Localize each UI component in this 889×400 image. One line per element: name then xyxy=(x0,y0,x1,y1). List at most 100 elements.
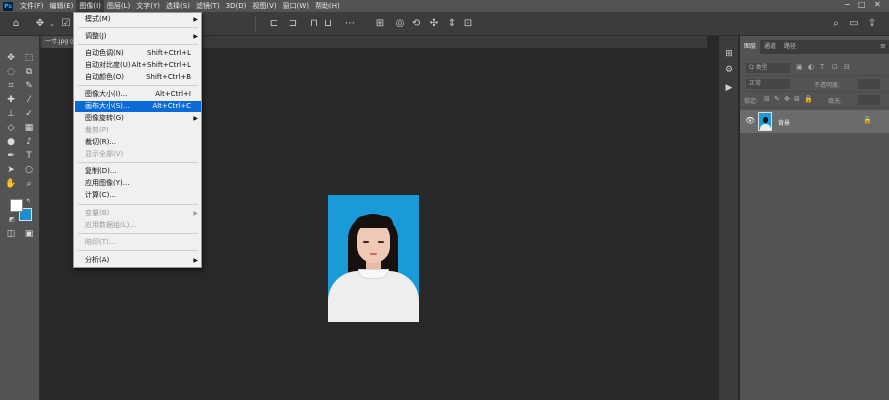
history-brush-icon[interactable]: ✓ xyxy=(22,108,36,120)
zoom-tool-icon[interactable]: ⌕ xyxy=(22,178,36,190)
menu-item-apply-data-set[interactable]: 应用数据组(L)... xyxy=(75,220,201,231)
filter-adjust-icon[interactable]: ◐ xyxy=(808,63,814,71)
play-action-icon[interactable]: ▶ xyxy=(723,82,735,94)
filter-type-icon[interactable]: T xyxy=(820,63,824,71)
3d-scale-icon[interactable]: ⊡ xyxy=(462,18,474,30)
maximize-icon[interactable]: □ xyxy=(858,0,866,9)
gradient-tool-icon[interactable]: ▦ xyxy=(22,122,36,134)
menu-select[interactable]: 选择(S) xyxy=(163,0,193,12)
lock-artboard-icon[interactable]: ⊠ xyxy=(794,95,800,103)
menu-item-apply-image[interactable]: 应用图像(Y)... xyxy=(75,178,201,189)
3d-orbit-icon[interactable]: ◎ xyxy=(394,18,406,30)
align-left-icon[interactable]: ⊏ xyxy=(268,18,280,30)
menu-item-auto-contrast[interactable]: 自动对比度(U) Alt+Shift+Ctrl+L xyxy=(75,60,201,71)
layer-row-background[interactable]: 👁 背景 🔒 xyxy=(740,110,889,133)
3d-mode-icon[interactable]: ⊞ xyxy=(374,18,386,30)
layer-filter-select[interactable]: Q 类型 xyxy=(746,63,790,73)
menu-file[interactable]: 文件(F) xyxy=(17,0,47,12)
share-icon[interactable]: ⇪ xyxy=(866,18,878,30)
menu-item-crop[interactable]: 裁剪(P) xyxy=(75,125,201,136)
menu-3d[interactable]: 3D(D) xyxy=(223,0,250,12)
3d-roll-icon[interactable]: ⟲ xyxy=(410,18,422,30)
type-tool-icon[interactable]: T xyxy=(22,150,36,162)
align-center-icon[interactable]: ⊐ xyxy=(287,18,299,30)
menu-window[interactable]: 窗口(W) xyxy=(280,0,312,12)
search-icon[interactable]: ⌕ xyxy=(830,18,842,30)
document-tab[interactable]: 一寸.jpg @ xyxy=(42,36,76,48)
tab-channels[interactable]: 通道 xyxy=(760,40,780,54)
menu-item-duplicate[interactable]: 复制(D)... xyxy=(75,166,201,177)
pen-tool-icon[interactable]: ✒ xyxy=(4,150,18,162)
healing-brush-icon[interactable]: ✚ xyxy=(4,94,18,106)
workspace-icon[interactable]: ▭ xyxy=(848,18,860,30)
more-options-icon[interactable]: ⋯ xyxy=(344,18,356,30)
3d-slide-icon[interactable]: ⇕ xyxy=(446,18,458,30)
layer-lock-icon[interactable]: 🔒 xyxy=(863,116,872,124)
menu-item-trim[interactable]: 裁切(R)... xyxy=(75,137,201,148)
filter-pixel-icon[interactable]: ▣ xyxy=(796,63,803,71)
menu-type[interactable]: 文字(Y) xyxy=(133,0,163,12)
brush-tool-icon[interactable]: ⁄ xyxy=(22,94,36,106)
auto-select-checkbox[interactable]: ☑ xyxy=(60,18,72,30)
swap-colors-icon[interactable]: ↰ xyxy=(24,196,32,208)
visibility-eye-icon[interactable]: 👁 xyxy=(745,116,755,125)
object-select-tool-icon[interactable]: ⧉ xyxy=(22,66,36,78)
lasso-tool-icon[interactable]: ◌ xyxy=(4,66,18,78)
lock-all-icon[interactable]: 🔒 xyxy=(804,95,813,103)
quick-mask-icon[interactable]: ◫ xyxy=(4,228,18,240)
menu-help[interactable]: 帮助(H) xyxy=(312,0,343,12)
filter-shape-icon[interactable]: ⊡ xyxy=(832,63,838,71)
menu-view[interactable]: 视图(V) xyxy=(249,0,279,12)
default-colors-icon[interactable]: ◩ xyxy=(8,214,16,226)
menu-item-adjustments[interactable]: 调整(J) ▶ xyxy=(75,31,201,42)
filter-smart-icon[interactable]: ⊟ xyxy=(844,63,850,71)
chevron-down-icon[interactable]: ⌄ xyxy=(46,18,58,30)
menu-item-variables[interactable]: 变量(B) ▶ xyxy=(75,208,201,219)
eraser-tool-icon[interactable]: ◇ xyxy=(4,122,18,134)
menu-item-calculations[interactable]: 计算(C)... xyxy=(75,190,201,201)
3d-pan-icon[interactable]: ✣ xyxy=(428,18,440,30)
adjust-icon[interactable]: ⚙ xyxy=(723,64,735,76)
crop-tool-icon[interactable]: ⌗ xyxy=(4,80,18,92)
menu-image[interactable]: 图像(I) xyxy=(76,0,104,12)
align-right-icon[interactable]: ⊓ xyxy=(308,18,320,30)
fill-field[interactable] xyxy=(858,95,880,105)
menu-edit[interactable]: 编辑(E) xyxy=(47,0,77,12)
menu-layer[interactable]: 图层(L) xyxy=(104,0,133,12)
history-icon[interactable]: ⊞ xyxy=(723,48,735,60)
dodge-tool-icon[interactable]: ♪ xyxy=(22,136,36,148)
lock-paint-icon[interactable]: ✎ xyxy=(774,95,780,103)
screen-mode-icon[interactable]: ▣ xyxy=(22,228,36,240)
panel-menu-icon[interactable]: ≡ xyxy=(880,42,886,50)
opacity-field[interactable] xyxy=(858,79,880,89)
move-tool-icon[interactable]: ✥ xyxy=(4,52,18,64)
menu-item-trap[interactable]: 陷印(T)... xyxy=(75,237,201,248)
lock-pixels-icon[interactable]: ⊞ xyxy=(764,95,770,103)
menu-item-mode[interactable]: 模式(M) ▶ xyxy=(75,14,201,25)
menu-item-auto-tone[interactable]: 自动色调(N) Shift+Ctrl+L xyxy=(75,48,201,59)
ellipse-tool-icon[interactable]: ○ xyxy=(22,164,36,176)
blend-mode-select[interactable]: 正常 xyxy=(746,79,790,89)
lock-position-icon[interactable]: ✥ xyxy=(784,95,790,103)
menu-item-canvas-size[interactable]: 画布大小(S)... Alt+Ctrl+C xyxy=(75,101,201,112)
menu-item-image-size[interactable]: 图像大小(I)... Alt+Ctrl+I xyxy=(75,89,201,100)
tab-layers[interactable]: 图层 xyxy=(740,40,761,54)
eyedropper-tool-icon[interactable]: ✎ xyxy=(22,80,36,92)
foreground-color-swatch[interactable] xyxy=(10,199,23,212)
menu-filter[interactable]: 滤镜(T) xyxy=(193,0,223,12)
move-tool-icon[interactable]: ✥ xyxy=(34,18,46,30)
marquee-tool-icon[interactable]: ⬚ xyxy=(22,52,36,64)
menu-item-analysis[interactable]: 分析(A) ▶ xyxy=(75,255,201,266)
path-select-icon[interactable]: ➤ xyxy=(4,164,18,176)
blur-tool-icon[interactable]: ● xyxy=(4,136,18,148)
align-top-icon[interactable]: ⊔ xyxy=(322,18,334,30)
menu-item-auto-color[interactable]: 自动颜色(O) Shift+Ctrl+B xyxy=(75,72,201,83)
hand-tool-icon[interactable]: ✋ xyxy=(4,178,18,190)
tab-paths[interactable]: 路径 xyxy=(780,40,800,54)
close-icon[interactable]: ✕ xyxy=(874,0,881,9)
document-canvas-photo[interactable] xyxy=(328,195,419,322)
menu-item-reveal-all[interactable]: 显示全部(V) xyxy=(75,149,201,160)
layer-name[interactable]: 背景 xyxy=(778,118,790,127)
home-icon[interactable]: ⌂ xyxy=(10,18,22,30)
stamp-tool-icon[interactable]: ⊥ xyxy=(4,108,18,120)
